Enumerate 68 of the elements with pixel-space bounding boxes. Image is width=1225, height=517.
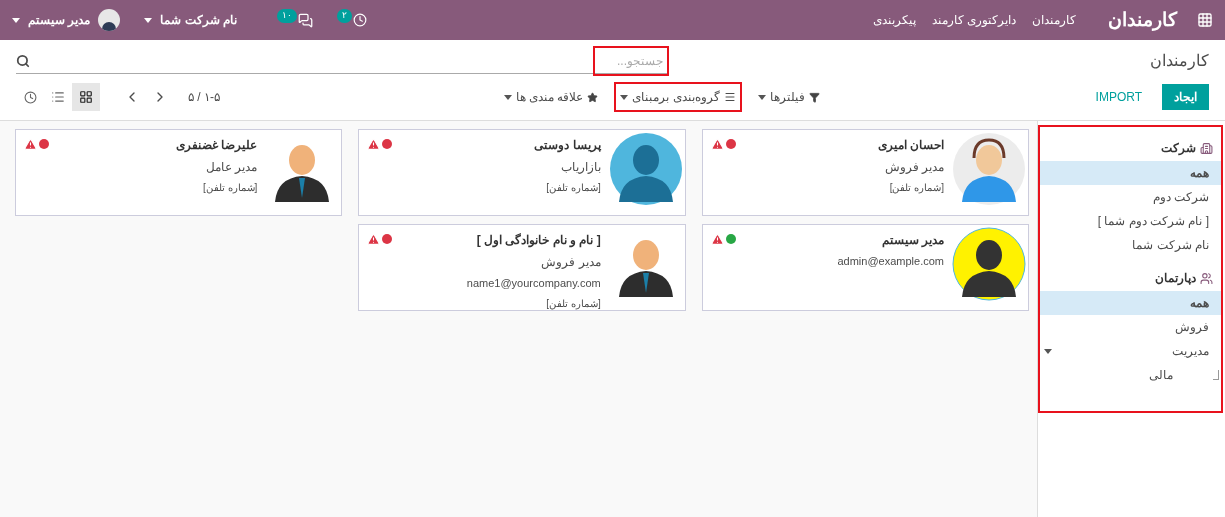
company-switcher[interactable]: نام شرکت شما <box>144 11 237 29</box>
sidebar-item[interactable]: [ نام شرکت دوم شما ] <box>1040 209 1221 233</box>
breadcrumb: کارمندان <box>1149 51 1209 72</box>
phone-number: [شماره تلفن] <box>545 181 601 195</box>
job-title: مدیر فروش <box>540 254 601 271</box>
caret-icon <box>620 94 629 100</box>
search-option-dropdown[interactable]: گروه‌بندی برمبنای <box>614 82 742 112</box>
job-title: بازاریاب <box>559 159 601 176</box>
pager-value: ۱-۵ / ۵ <box>188 89 220 106</box>
filter-icon <box>808 91 820 103</box>
search-field[interactable]: جستجو... <box>593 45 669 76</box>
clock-icon <box>23 90 37 104</box>
employee-name: [ نام و نام خانوادگی اول ] <box>475 232 601 249</box>
employee-card[interactable]: پریسا دوستی بازاریاب [شماره تلفن] <box>358 129 686 216</box>
email: name1@yourcompany.com <box>465 276 601 291</box>
user-menu[interactable]: مدیر سیستم <box>12 9 121 31</box>
warning-icon <box>367 233 381 246</box>
job-title: مدیر فروش <box>883 159 944 176</box>
menu-link[interactable]: کارمندان <box>1032 11 1076 29</box>
sidebar-item[interactable]: همه <box>1040 291 1221 315</box>
email: admin@example.com <box>836 254 944 269</box>
caret-icon <box>144 17 153 23</box>
kanban-icon <box>79 90 93 104</box>
search-option-dropdown[interactable]: فیلترها <box>753 82 824 112</box>
search-icon[interactable] <box>16 53 30 68</box>
users-icon <box>1200 271 1213 285</box>
employee-name: پریسا دوستی <box>533 137 601 154</box>
sidebar-item[interactable]: مالی <box>1040 363 1213 387</box>
apps-menu-icon[interactable] <box>1197 12 1213 28</box>
menu-link[interactable]: پیکربندی <box>872 11 916 29</box>
employee-name: علیرضا غضنفری <box>175 137 258 154</box>
phone-number: [شماره تلفن] <box>545 296 601 311</box>
tree-line <box>1213 370 1219 380</box>
activity-count: ۲ <box>337 9 352 23</box>
job-title: مدیر عامل <box>205 159 258 176</box>
warning-icon <box>24 138 37 151</box>
sidebar-item[interactable]: شرکت دوم <box>1040 185 1221 209</box>
employee-card[interactable]: احسان امیری مدیر فروش [شماره تلفن] <box>701 129 1029 216</box>
app-title: کارمندان <box>1108 7 1177 33</box>
phone-number: [شماره تلفن] <box>202 181 258 195</box>
warning-icon <box>367 138 381 151</box>
warning-icon <box>710 233 724 246</box>
sidebar-heading: شرکت <box>1161 140 1196 157</box>
menu-link[interactable]: دایرکتوری کارمند <box>931 11 1016 29</box>
phone-number: [شماره تلفن] <box>888 181 944 195</box>
message-count: ۱۰ <box>277 9 297 23</box>
caret-icon <box>12 17 20 23</box>
list-icon <box>51 90 65 104</box>
employee-name: احسان امیری <box>876 137 944 154</box>
sidebar-item[interactable]: فروش <box>1040 315 1221 339</box>
employee-card[interactable]: علیرضا غضنفری مدیر عامل [شماره تلفن] <box>15 129 343 216</box>
sidebar-item[interactable]: نام شرکت شما <box>1040 233 1221 257</box>
sidebar-item[interactable]: همه <box>1040 161 1221 185</box>
sidebar-item[interactable]: مدیریت <box>1040 339 1221 363</box>
messages-icon[interactable] <box>298 12 313 28</box>
menu-icon <box>723 91 736 103</box>
caret-icon <box>503 94 512 100</box>
employee-name: مدیر سیستم <box>880 232 944 249</box>
view-switch-button[interactable] <box>72 83 100 111</box>
caret-icon <box>1044 348 1052 354</box>
building-icon <box>1200 141 1213 155</box>
star-icon <box>587 91 599 103</box>
search-option-dropdown[interactable]: علاقه مندی ها <box>499 82 603 112</box>
caret-icon <box>757 94 766 100</box>
warning-icon <box>710 138 724 151</box>
user-avatar <box>98 9 121 31</box>
activity-icon[interactable] <box>353 13 367 27</box>
sidebar-heading: دپارتمان <box>1155 270 1196 287</box>
